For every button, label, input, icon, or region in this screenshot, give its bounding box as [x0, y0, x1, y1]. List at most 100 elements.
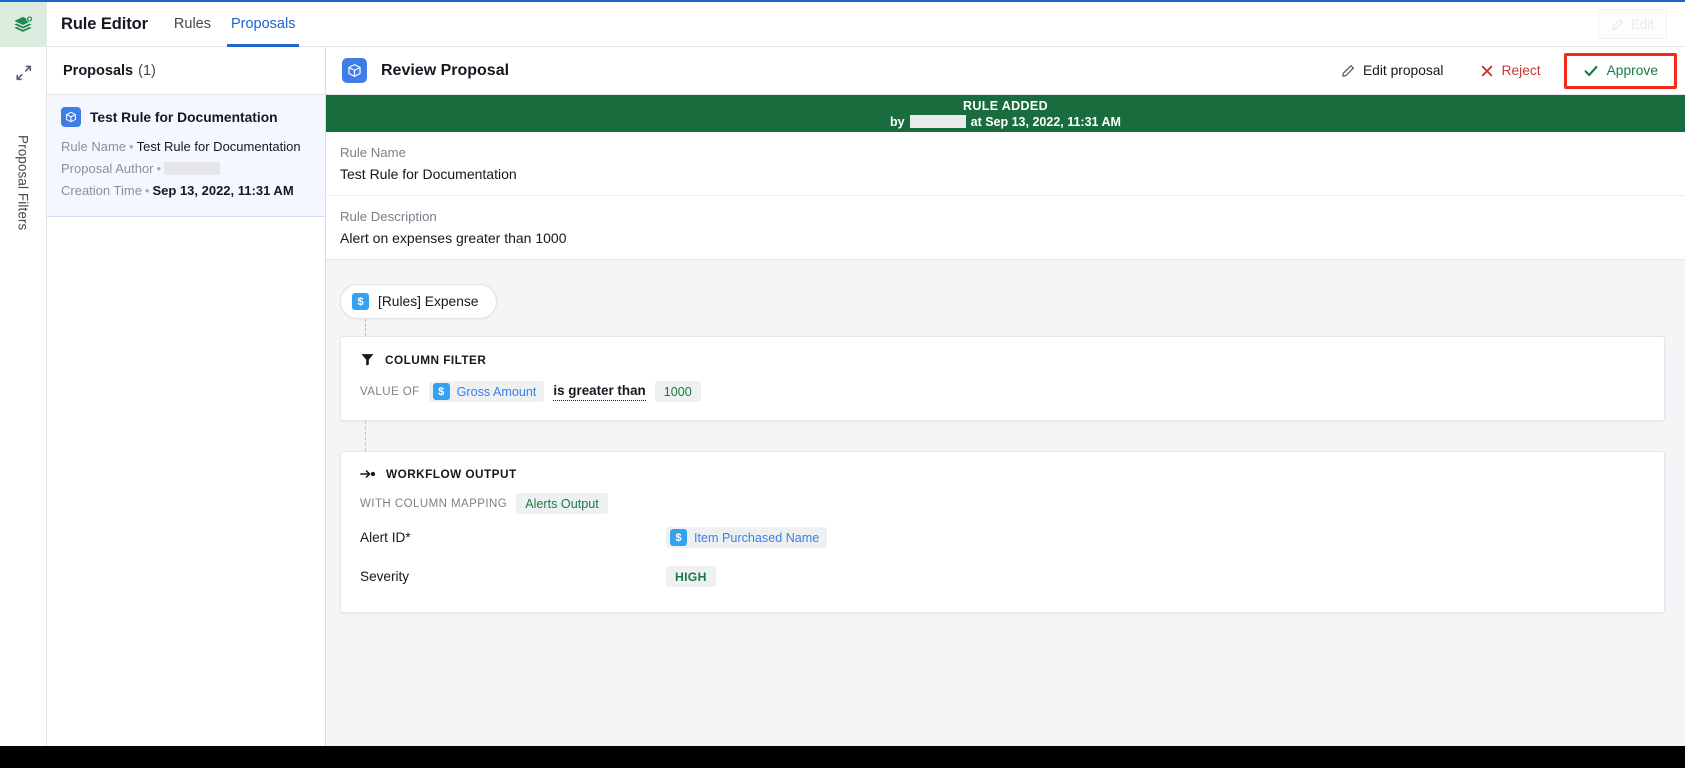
- list-item-title: Test Rule for Documentation: [90, 109, 278, 125]
- rule-description-value: Alert on expenses greater than 1000: [340, 230, 567, 246]
- column-filter-card: COLUMN FILTER VALUE OF $ Gross Amount is…: [340, 336, 1665, 421]
- banner-timestamp: at Sep 13, 2022, 11:31 AM: [970, 114, 1121, 129]
- approve-button[interactable]: Approve: [1563, 52, 1677, 89]
- check-icon: [1584, 65, 1598, 76]
- filter-column-chip[interactable]: $ Gross Amount: [428, 381, 545, 402]
- header-edit-button: Edit: [1597, 9, 1667, 39]
- meta-separator: •: [144, 183, 150, 198]
- list-item-proposal-author: Proposal Author •: [61, 158, 311, 180]
- meta-separator: •: [156, 161, 162, 176]
- bottom-strip: [0, 746, 1685, 768]
- app-header: Rule Editor Rules Proposals Edit: [47, 2, 1685, 47]
- dollar-column-icon: $: [432, 383, 450, 400]
- column-mapping-prefix: WITH COLUMN MAPPING: [360, 497, 508, 510]
- banner-by-prefix: by: [890, 114, 905, 129]
- cube-glyph: [348, 64, 361, 77]
- flow-connector: [365, 319, 366, 336]
- rule-name-field: Rule Name Test Rule for Documentation: [326, 132, 1685, 195]
- column-filter-heading: COLUMN FILTER: [385, 352, 487, 367]
- dollar-column-icon: $: [670, 529, 687, 546]
- pencil-icon: [1342, 64, 1354, 77]
- workflow-output-card: WORKFLOW OUTPUT WITH COLUMN MAPPING Aler…: [340, 451, 1665, 613]
- meta-separator: •: [129, 139, 134, 154]
- app-logo[interactable]: [0, 2, 46, 47]
- filter-column-label: Gross Amount: [456, 384, 537, 399]
- meta-key-proposal-author: Proposal Author: [61, 161, 154, 176]
- cube-icon: [61, 107, 81, 127]
- list-item-header: Test Rule for Documentation: [61, 107, 311, 127]
- review-proposal-toolbar: Review Proposal Edit proposal Reject App…: [326, 47, 1685, 95]
- severity-key: Severity: [360, 569, 410, 584]
- pencil-icon: [1611, 18, 1623, 30]
- dollar-dataset-icon: $: [352, 293, 369, 310]
- column-filter-condition: VALUE OF $ Gross Amount is greater than …: [341, 367, 1664, 420]
- severity-value: HIGH: [666, 566, 716, 587]
- alert-id-column-label: Item Purchased Name: [694, 530, 820, 545]
- column-filter-header: COLUMN FILTER: [341, 337, 1664, 367]
- filter-value-chip[interactable]: 1000: [654, 381, 701, 402]
- flow-connector: [365, 421, 366, 451]
- funnel-icon: [361, 354, 374, 366]
- column-mapping-row: WITH COLUMN MAPPING Alerts Output: [341, 481, 1664, 518]
- cube-icon: [342, 58, 367, 83]
- sidebar-title: Proposals: [63, 62, 134, 79]
- rule-summary-sheet: Rule Name Test Rule for Documentation Ru…: [326, 132, 1685, 260]
- redacted-author-value: [164, 162, 221, 175]
- meta-value-creation-time: Sep 13, 2022, 11:31 AM: [152, 183, 294, 198]
- list-item-creation-time: Creation Time • Sep 13, 2022, 11:31 AM: [61, 180, 311, 202]
- arrow-to-dot-icon: [360, 470, 376, 478]
- banner-status-text: RULE ADDED: [963, 98, 1048, 113]
- main-panel: Review Proposal Edit proposal Reject App…: [326, 47, 1685, 746]
- alert-id-key: Alert ID*: [360, 530, 411, 545]
- table-row: Severity HIGH: [341, 557, 1664, 596]
- proposal-filters-label: Proposal Filters: [15, 135, 31, 231]
- source-dataset-label: [Rules] Expense: [378, 294, 479, 309]
- sidebar-count: (1): [138, 62, 156, 79]
- workflow-output-header: WORKFLOW OUTPUT: [341, 452, 1664, 481]
- expand-panel-button[interactable]: [0, 47, 46, 97]
- filter-prefix-label: VALUE OF: [360, 385, 420, 398]
- tab-proposals[interactable]: Proposals: [221, 2, 305, 47]
- meta-key-creation-time: Creation Time: [61, 183, 142, 198]
- top-accent-bar: [0, 0, 1685, 2]
- rule-description-field: Rule Description Alert on expenses great…: [326, 195, 1685, 259]
- expand-diagonal-icon: [15, 65, 31, 80]
- app-root: Proposal Filters Rule Editor Rules Propo…: [0, 0, 1685, 768]
- banner-attribution: by at Sep 13, 2022, 11:31 AM: [890, 114, 1121, 130]
- list-item[interactable]: Test Rule for Documentation Rule Name • Te…: [47, 95, 325, 217]
- page-title: Rule Editor: [61, 14, 148, 33]
- close-x-icon: [1481, 65, 1492, 76]
- alert-id-value: $ Item Purchased Name: [666, 527, 828, 548]
- column-mapping-target-chip[interactable]: Alerts Output: [516, 493, 608, 514]
- rule-description-label: Rule Description: [340, 209, 437, 224]
- redacted-banner-author: [909, 115, 966, 128]
- card-bottom-spacer: [341, 596, 1664, 612]
- cube-glyph: [66, 111, 76, 123]
- rule-name-label: Rule Name: [340, 145, 406, 160]
- source-dataset-chip[interactable]: $ [Rules] Expense: [340, 284, 498, 319]
- stacked-layers-logo-icon: [14, 15, 33, 32]
- left-rail: Proposal Filters: [0, 2, 47, 746]
- proposals-sidebar: Proposals (1) Test Rule for Documentatio…: [47, 47, 326, 746]
- rule-definition-canvas: $ [Rules] Expense COLUMN FILTER VALUE OF…: [326, 260, 1685, 613]
- sidebar-header: Proposals (1): [47, 47, 325, 95]
- reject-button[interactable]: Reject: [1469, 54, 1552, 88]
- approve-label: Approve: [1606, 63, 1658, 78]
- edit-proposal-label: Edit proposal: [1362, 63, 1444, 78]
- rule-name-value: Test Rule for Documentation: [340, 166, 517, 182]
- status-badge[interactable]: HIGH: [666, 566, 716, 587]
- header-edit-label: Edit: [1630, 16, 1654, 32]
- list-item-rule-name: Rule Name • Test Rule for Documentation: [61, 136, 311, 158]
- header-tabs: Rules Proposals: [164, 2, 306, 47]
- status-banner: RULE ADDED by at Sep 13, 2022, 11:31 AM: [326, 95, 1685, 132]
- reject-label: Reject: [1501, 63, 1541, 78]
- meta-key-rule-name: Rule Name: [61, 139, 127, 154]
- alert-id-column-chip[interactable]: $ Item Purchased Name: [666, 527, 828, 548]
- review-proposal-title: Review Proposal: [381, 61, 510, 79]
- table-row: Alert ID* $ Item Purchased Name: [341, 518, 1664, 557]
- meta-value-rule-name: Test Rule for Documentation: [136, 139, 301, 154]
- tab-rules[interactable]: Rules: [164, 2, 221, 47]
- edit-proposal-button[interactable]: Edit proposal: [1330, 54, 1455, 88]
- workflow-output-heading: WORKFLOW OUTPUT: [386, 467, 517, 481]
- filter-operator[interactable]: is greater than: [553, 383, 646, 401]
